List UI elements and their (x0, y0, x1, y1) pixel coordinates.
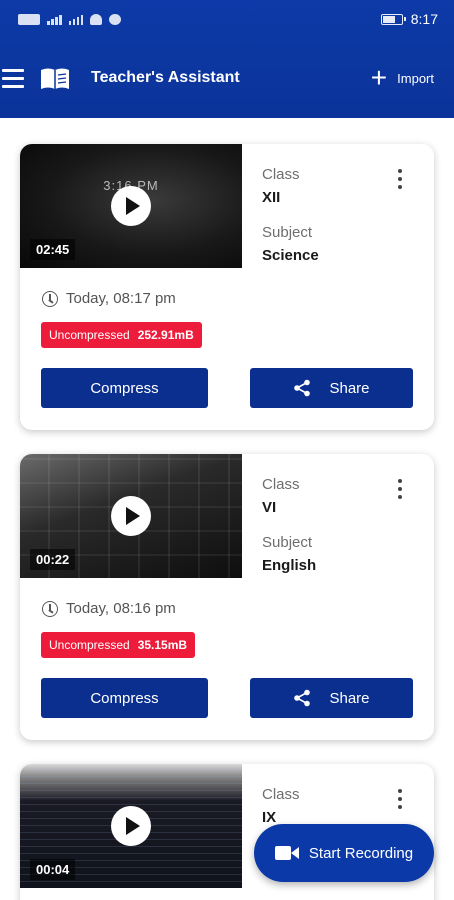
more-options-icon[interactable] (396, 169, 404, 191)
video-card: 3:16 PM 02:45 Class XII Subject Science … (20, 144, 434, 430)
file-size: 35.15mB (137, 638, 188, 652)
recorded-date: Today, 08:17 pm (42, 290, 176, 307)
class-value: VI (262, 499, 277, 516)
share-button[interactable]: Share (250, 678, 413, 718)
share-button[interactable]: Share (250, 368, 413, 408)
status-badge: Uncompressed 35.15mB (41, 632, 196, 658)
book-icon (41, 68, 69, 89)
video-meta: Class VI Subject English (262, 476, 382, 574)
video-duration: 00:22 (30, 549, 76, 570)
hotspot-icon (109, 13, 121, 25)
video-thumbnail[interactable]: 00:04 (20, 764, 242, 888)
clock-icon (42, 290, 58, 307)
compress-button[interactable]: Compress (41, 368, 208, 408)
compress-label: Compress (90, 689, 159, 707)
recorded-date: Today, 08:16 pm (42, 600, 176, 617)
subject-label: Subject (262, 224, 313, 241)
wifi-icon (90, 13, 102, 25)
class-label: Class (262, 166, 300, 183)
status-text: Uncompressed (49, 638, 130, 652)
share-icon (294, 379, 311, 397)
import-button[interactable]: + Import (370, 62, 434, 93)
video-thumbnail[interactable]: 00:22 (20, 454, 242, 578)
video-duration: 00:04 (30, 859, 76, 880)
share-label: Share (329, 689, 370, 707)
video-thumbnail[interactable]: 3:16 PM 02:45 (20, 144, 242, 268)
start-recording-button[interactable]: Start Recording (254, 824, 434, 882)
more-options-icon[interactable] (396, 479, 404, 501)
compress-label: Compress (90, 379, 159, 397)
signal-icon (47, 13, 62, 25)
video-meta: Class IX (262, 786, 382, 826)
clock-icon (42, 600, 58, 617)
play-button[interactable] (111, 806, 151, 846)
more-options-icon[interactable] (396, 789, 404, 811)
start-recording-label: Start Recording (308, 844, 414, 862)
play-button[interactable] (111, 496, 151, 536)
class-label: Class (262, 476, 300, 493)
battery-icon (380, 13, 406, 25)
status-icons-left (18, 13, 121, 25)
video-duration: 02:45 (30, 239, 76, 260)
file-size: 252.91mB (137, 328, 194, 342)
share-label: Share (329, 379, 370, 397)
status-time: 8:17 (410, 11, 438, 27)
top-bar: 8:17 Teacher's Assistant + Import (0, 0, 454, 118)
video-camera-icon (274, 845, 299, 861)
menu-icon[interactable] (2, 69, 24, 89)
subject-value: English (262, 557, 317, 574)
subject-value: Science (262, 247, 319, 264)
class-value: XII (262, 189, 281, 206)
app-bar: Teacher's Assistant + Import (0, 58, 454, 102)
status-icons-right: 8:17 (380, 11, 438, 27)
class-label: Class (262, 786, 300, 803)
status-bar: 8:17 (0, 0, 454, 38)
compress-button[interactable]: Compress (41, 678, 208, 718)
volte-icon (18, 13, 40, 25)
share-icon (294, 689, 311, 707)
date-text: Today, 08:16 pm (66, 600, 176, 617)
video-meta: Class XII Subject Science (262, 166, 382, 264)
play-button[interactable] (111, 186, 151, 226)
signal-icon-2 (68, 13, 83, 25)
video-card: 00:22 Class VI Subject English Today, 08… (20, 454, 434, 740)
app-title: Teacher's Assistant (91, 69, 240, 86)
plus-icon: + (370, 62, 388, 93)
status-badge: Uncompressed 252.91mB (41, 322, 202, 348)
status-text: Uncompressed (49, 328, 130, 342)
import-label: Import (397, 70, 434, 86)
subject-label: Subject (262, 534, 313, 551)
date-text: Today, 08:17 pm (66, 290, 176, 307)
